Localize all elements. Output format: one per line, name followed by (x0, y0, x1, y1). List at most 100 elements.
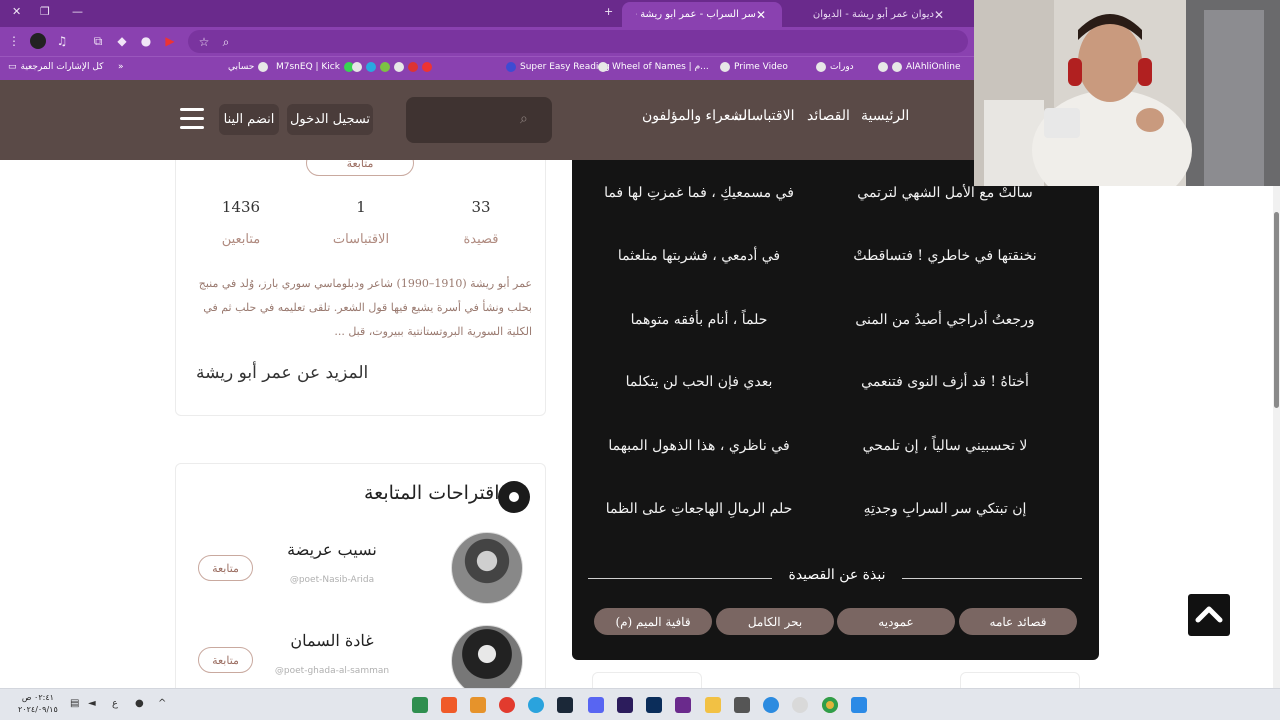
chrome-icon[interactable] (822, 697, 838, 713)
more-about-poet-link[interactable]: المزيد عن عمر أبو ريشة (196, 363, 368, 383)
bookmark-all[interactable]: ▭ كل الإشارات المرجعية (8, 62, 103, 72)
stat-followers-label[interactable]: متابعين (201, 232, 281, 247)
minimize-window-icon[interactable]: — (72, 5, 83, 18)
site-icon (422, 62, 432, 72)
tab-inactive[interactable]: ✕ ديوان عمر أبو ريشة - الديوان (784, 2, 960, 27)
verse-left: في أدمعي ، فشربتها متلعثما (617, 248, 781, 264)
bookmark-item[interactable]: AlAhliOnline (878, 62, 961, 72)
profile-avatar-icon[interactable] (30, 33, 46, 49)
site-icon (720, 62, 730, 72)
extension-icon[interactable]: ● (138, 33, 154, 49)
close-tab-icon[interactable]: ✕ (756, 8, 766, 22)
premiere-icon[interactable] (617, 697, 633, 713)
app-icon[interactable] (470, 697, 486, 713)
bookmark-item[interactable]: Wheel of Names | م... (598, 62, 709, 72)
tag-pill[interactable]: قافية الميم (م) (594, 608, 712, 635)
site-icon (506, 62, 516, 72)
avatar[interactable] (451, 625, 523, 688)
nav-poems[interactable]: القصائد (807, 108, 850, 124)
file-explorer-icon[interactable] (705, 697, 721, 713)
app-icon[interactable] (499, 697, 515, 713)
address-bar[interactable]: ☆ ⌕ (188, 30, 968, 53)
bookmark-item[interactable]: M7snEQ | Kick (276, 62, 354, 72)
suggestion-handle: @poet-Nasib-Arida (289, 575, 375, 585)
edge-icon[interactable] (763, 697, 779, 713)
bookmark-item[interactable]: Super Easy Reading (506, 62, 610, 72)
hamburger-menu-icon[interactable] (180, 108, 204, 130)
suggestion-name[interactable]: غادة السمان (252, 631, 412, 650)
close-window-icon[interactable]: ✕ (12, 5, 21, 18)
bookmark-item[interactable]: Prime Video (720, 62, 788, 72)
new-tab-icon[interactable]: + (604, 5, 613, 18)
follow-suggestion-button[interactable]: متابعة (198, 555, 253, 581)
windows-start-icon[interactable] (851, 697, 867, 713)
input-language[interactable]: ع (112, 698, 118, 709)
verse-left: بعدي فإن الحب لن يتكلما (625, 374, 773, 390)
restore-window-icon[interactable]: ❐ (40, 5, 50, 18)
browser-tab-strip: ✕ ❐ — + ✕ سر السراب - عمر أبو ريشة - الد… (0, 0, 974, 27)
stat-quotes-label[interactable]: الاقتباسات (321, 232, 401, 247)
close-tab-icon[interactable]: ✕ (934, 8, 944, 22)
site-icon (816, 62, 826, 72)
suggestion-name[interactable]: نسيب عريضة (252, 540, 412, 559)
poet-bio: عمر أبو ريشة (1910–1990) شاعر ودبلوماسي … (198, 277, 532, 338)
verse-left: حلم الرمالِ الهاجعاتِ على الظما (605, 501, 793, 517)
site-icon (366, 62, 376, 72)
bookmark-item[interactable]: حسابي (228, 62, 269, 72)
youtube-extension-icon[interactable]: ▶ (162, 33, 178, 49)
tray-overflow-icon[interactable]: ^ (158, 698, 166, 709)
join-button[interactable]: انضم الينا (219, 104, 279, 135)
zoom-icon[interactable]: ⌕ (218, 34, 234, 50)
app-icon[interactable] (792, 697, 808, 713)
steam-icon[interactable] (557, 697, 573, 713)
bookmark-item[interactable] (352, 62, 432, 72)
extension-icon[interactable]: ◆ (114, 33, 130, 49)
microphone-icon[interactable]: ● (135, 698, 144, 709)
excel-icon[interactable] (412, 697, 428, 713)
app-icon[interactable] (734, 697, 750, 713)
webcam-image (974, 0, 1280, 186)
network-icon[interactable]: ▤ (70, 698, 79, 709)
avatar[interactable] (451, 532, 523, 604)
stat-poems-count: 33 (471, 198, 491, 216)
telegram-icon[interactable] (528, 697, 544, 713)
brave-icon[interactable] (441, 697, 457, 713)
app-icon[interactable] (675, 697, 691, 713)
menu-dots-icon[interactable]: ⋮ (6, 33, 22, 49)
tag-pill[interactable]: قصائد عامه (959, 608, 1077, 635)
divider (902, 578, 1082, 579)
tag-pill[interactable]: بحر الكامل (716, 608, 834, 635)
tag-pill[interactable]: عموديه (837, 608, 955, 635)
verse-right: نخنقتها في خاطري ! فتساقطتْ (853, 248, 1037, 264)
extensions-icon[interactable]: ⧉ (90, 33, 106, 49)
bookmark-item[interactable]: دورات (816, 62, 854, 72)
scroll-to-top-button[interactable] (1188, 594, 1230, 636)
media-control-icon[interactable]: ♫ (54, 33, 70, 49)
photoshop-icon[interactable] (646, 697, 662, 713)
verse-right: أختاهُ ! قد أزف النوى فتنعمي (861, 374, 1029, 390)
podcast-icon (498, 481, 530, 513)
clock[interactable]: ٠٢:٤١ ص ٢٠٢٤/٠٩/١٥ (18, 692, 58, 716)
bookmark-star-icon[interactable]: ☆ (196, 34, 212, 50)
bookmarks-overflow-icon[interactable]: » (118, 62, 124, 72)
login-button[interactable]: تسجيل الدخول (287, 104, 373, 135)
stat-poems-label[interactable]: قصيدة (441, 232, 521, 247)
webcam-overlay (974, 0, 1280, 186)
scrollbar-thumb[interactable] (1274, 212, 1279, 408)
nav-home[interactable]: الرئيسية (861, 108, 909, 124)
site-icon (892, 62, 902, 72)
verse-right: سالتْ مع الأمل الشهي لترتمي (857, 185, 1033, 201)
windows-taskbar: ٠٢:٤١ ص ٢٠٢٤/٠٩/١٥ ▤ ◄ ع ● ^ (0, 688, 1280, 720)
follow-suggestion-button[interactable]: متابعة (198, 647, 253, 673)
volume-icon[interactable]: ◄ (88, 698, 96, 709)
search-input[interactable]: ⌕ (406, 97, 552, 143)
site-icon (598, 62, 608, 72)
divider (588, 578, 772, 579)
verse-left: في مسمعيكِ ، فما غمزتِ لها فما (604, 185, 794, 201)
suggestions-title: اقتراحات المتابعة (364, 482, 500, 504)
nav-poets[interactable]: الشعراء والمؤلفون (642, 108, 751, 124)
site-icon (258, 62, 269, 72)
discord-icon[interactable] (588, 697, 604, 713)
tab-active[interactable]: ✕ سر السراب - عمر أبو ريشة - الديوان (622, 2, 782, 27)
suggestion-handle: @poet-ghada-al-samman (274, 666, 390, 676)
